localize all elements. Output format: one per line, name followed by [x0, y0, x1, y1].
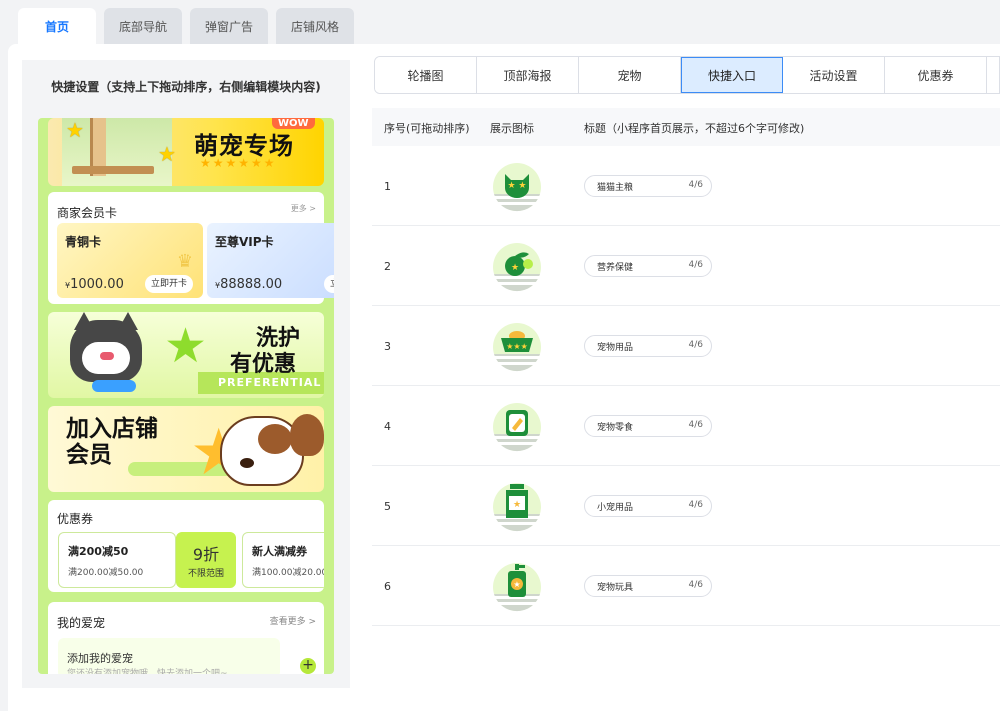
row-index: 1 — [384, 180, 391, 193]
phone-preview[interactable]: ★ ★ WOW 萌宠专场 ★★★★★★ 商家会员卡 更多 > 青铜卡 ♛ ¥10… — [38, 118, 334, 674]
svg-text:★: ★ — [511, 263, 519, 273]
banner-text: 加入店铺 会员 — [66, 416, 158, 468]
dog-illustration — [220, 414, 324, 486]
coupon-title: 优惠券 — [57, 512, 94, 526]
row-index: 5 — [384, 500, 391, 513]
plus-icon[interactable]: + — [300, 658, 316, 674]
star-icon: ★ — [66, 118, 84, 142]
row-index: 4 — [384, 420, 391, 433]
table-row[interactable]: 1 ★ ★ 猫猫主粮 4/6 — [372, 146, 1000, 226]
row-index: 6 — [384, 580, 391, 593]
tab-popup-ad[interactable]: 弹窗广告 — [190, 8, 268, 44]
coupon-module[interactable]: 优惠券 满200减50 满200.00减50.00 9折 不限范围 新人满减券 … — [48, 500, 324, 592]
vip-card[interactable]: 至尊VIP卡 ¥88888.00 立即开 — [207, 223, 334, 298]
my-pet-more-link[interactable]: 查看更多 > — [270, 614, 316, 627]
star-row-icon: ★★★★★★ — [200, 156, 277, 170]
health-icon[interactable]: ★ — [490, 242, 544, 292]
tab-bottom-nav[interactable]: 底部导航 — [104, 8, 182, 44]
row-index: 2 — [384, 260, 391, 273]
toy-icon[interactable]: ★ — [490, 562, 544, 612]
snack-icon[interactable] — [490, 402, 544, 452]
table-row[interactable]: 6 ★ 宠物玩具 4/6 — [372, 546, 1000, 626]
cat-tree-platform — [72, 166, 154, 174]
col-title-header: 标题（小程序首页展示，不超过6个字可修改) — [584, 122, 805, 135]
tab-carousel[interactable]: 轮播图 — [375, 57, 477, 93]
quick-settings-title: 快捷设置（支持上下拖动排序，右侧编辑模块内容) — [51, 80, 321, 94]
coupon-name: 新人满减券 — [252, 545, 307, 558]
table-header: 序号(可拖动排序) 展示图标 标题（小程序首页展示，不超过6个字可修改) — [372, 108, 1000, 146]
coupon-discount[interactable]: 9折 不限范围 — [176, 532, 236, 588]
card-price: ¥88888.00 — [215, 277, 283, 292]
svg-text:★: ★ — [513, 500, 521, 510]
tab-top-poster[interactable]: 顶部海报 — [477, 57, 579, 93]
quick-entry-table: 序号(可拖动排序) 展示图标 标题（小程序首页展示，不超过6个字可修改) 1 ★… — [372, 108, 1000, 626]
member-card-title: 商家会员卡 — [57, 206, 118, 220]
open-card-button[interactable]: 立即开 — [323, 275, 334, 293]
title-input[interactable]: 小宠用品 4/6 — [584, 495, 712, 517]
tab-home[interactable]: 首页 — [18, 8, 96, 44]
cat-food-icon[interactable]: ★ ★ — [490, 162, 544, 212]
add-pet-hint: 您还没有添加宠物哦，快去添加一个吧~ — [67, 669, 228, 674]
svg-text:★ ★: ★ ★ — [508, 181, 527, 191]
crown-icon: ♛ — [176, 251, 193, 272]
title-input[interactable]: 营养保健 4/6 — [584, 255, 712, 277]
col-icon-header: 展示图标 — [490, 122, 534, 135]
title-input[interactable]: 宠物用品 4/6 — [584, 335, 712, 357]
coupon-name: 满200减50 — [68, 545, 129, 558]
card-price: ¥1000.00 — [65, 277, 124, 292]
member-card-module[interactable]: 商家会员卡 更多 > 青铜卡 ♛ ¥1000.00 立即开卡 至尊VIP卡 ¥8… — [48, 192, 334, 304]
tab-quick-entry[interactable]: 快捷入口 — [681, 57, 783, 93]
svg-text:★: ★ — [513, 580, 520, 589]
star-icon: ★ — [164, 318, 208, 374]
title-input[interactable]: 猫猫主粮 4/6 — [584, 175, 712, 197]
col-index-header: 序号(可拖动排序) — [384, 122, 470, 135]
coupon-desc: 满100.00减20.00 — [252, 568, 324, 578]
scarf-shape — [92, 380, 136, 392]
banner-pet-special[interactable]: ★ ★ WOW 萌宠专场 ★★★★★★ — [48, 118, 324, 186]
table-row[interactable]: 5 ★ 小宠用品 4/6 — [372, 466, 1000, 546]
quick-settings-panel: 快捷设置（支持上下拖动排序，右侧编辑模块内容) ★ ★ WOW 萌宠专场 ★★★… — [22, 60, 350, 688]
tab-activity-settings[interactable]: 活动设置 — [783, 57, 885, 93]
svg-text:★★★: ★★★ — [506, 342, 528, 351]
banner-line2: 有优惠 — [230, 352, 297, 377]
coupon-discount-scope: 不限范围 — [187, 569, 224, 579]
card-name: 至尊VIP卡 — [215, 235, 274, 249]
banner-grooming[interactable]: ★ 洗护 有优惠 PREFERENTIAL — [48, 312, 324, 398]
module-tabs: 轮播图 顶部海报 宠物 快捷入口 活动设置 优惠券 — [374, 56, 1000, 94]
card-name: 青铜卡 — [65, 235, 102, 249]
tab-coupons[interactable]: 优惠券 — [885, 57, 987, 93]
coupon-item[interactable]: 新人满减券 满100.00减20.00 — [242, 532, 324, 588]
title-input[interactable]: 宠物玩具 4/6 — [584, 575, 712, 597]
top-tabs: 首页 底部导航 弹窗广告 店铺风格 — [18, 8, 354, 44]
add-pet-label: 添加我的爱宠 — [67, 652, 133, 665]
coupon-item[interactable]: 满200减50 满200.00减50.00 — [58, 532, 176, 588]
cat-illustration — [70, 312, 142, 382]
coupon-discount-value: 9折 — [192, 545, 220, 564]
table-row[interactable]: 3 ★★★ 宠物用品 4/6 — [372, 306, 1000, 386]
tab-shop-style[interactable]: 店铺风格 — [276, 8, 354, 44]
title-input[interactable]: 宠物零食 4/6 — [584, 415, 712, 437]
open-card-button[interactable]: 立即开卡 — [144, 275, 193, 293]
table-row[interactable]: 2 ★ 营养保健 4/6 — [372, 226, 1000, 306]
banner-join-member[interactable]: 加入店铺 会员 ★ — [48, 406, 324, 492]
my-pet-title: 我的爱宠 — [57, 616, 106, 630]
tab-pets[interactable]: 宠物 — [579, 57, 681, 93]
row-index: 3 — [384, 340, 391, 353]
banner-english: PREFERENTIAL — [218, 376, 322, 389]
supplies-icon[interactable]: ★★★ — [490, 322, 544, 372]
coupon-desc: 满200.00减50.00 — [68, 568, 144, 578]
table-row[interactable]: 4 宠物零食 4/6 — [372, 386, 1000, 466]
bronze-card[interactable]: 青铜卡 ♛ ¥1000.00 立即开卡 — [57, 223, 203, 298]
star-icon: ★ — [158, 142, 176, 166]
member-more-link[interactable]: 更多 > — [291, 203, 316, 214]
small-pet-icon[interactable]: ★ — [490, 482, 544, 532]
add-pet-box[interactable]: 添加我的爱宠 您还没有添加宠物哦，快去添加一个吧~ — [58, 638, 280, 674]
my-pet-module[interactable]: 我的爱宠 查看更多 > 添加我的爱宠 您还没有添加宠物哦，快去添加一个吧~ + — [48, 602, 324, 674]
